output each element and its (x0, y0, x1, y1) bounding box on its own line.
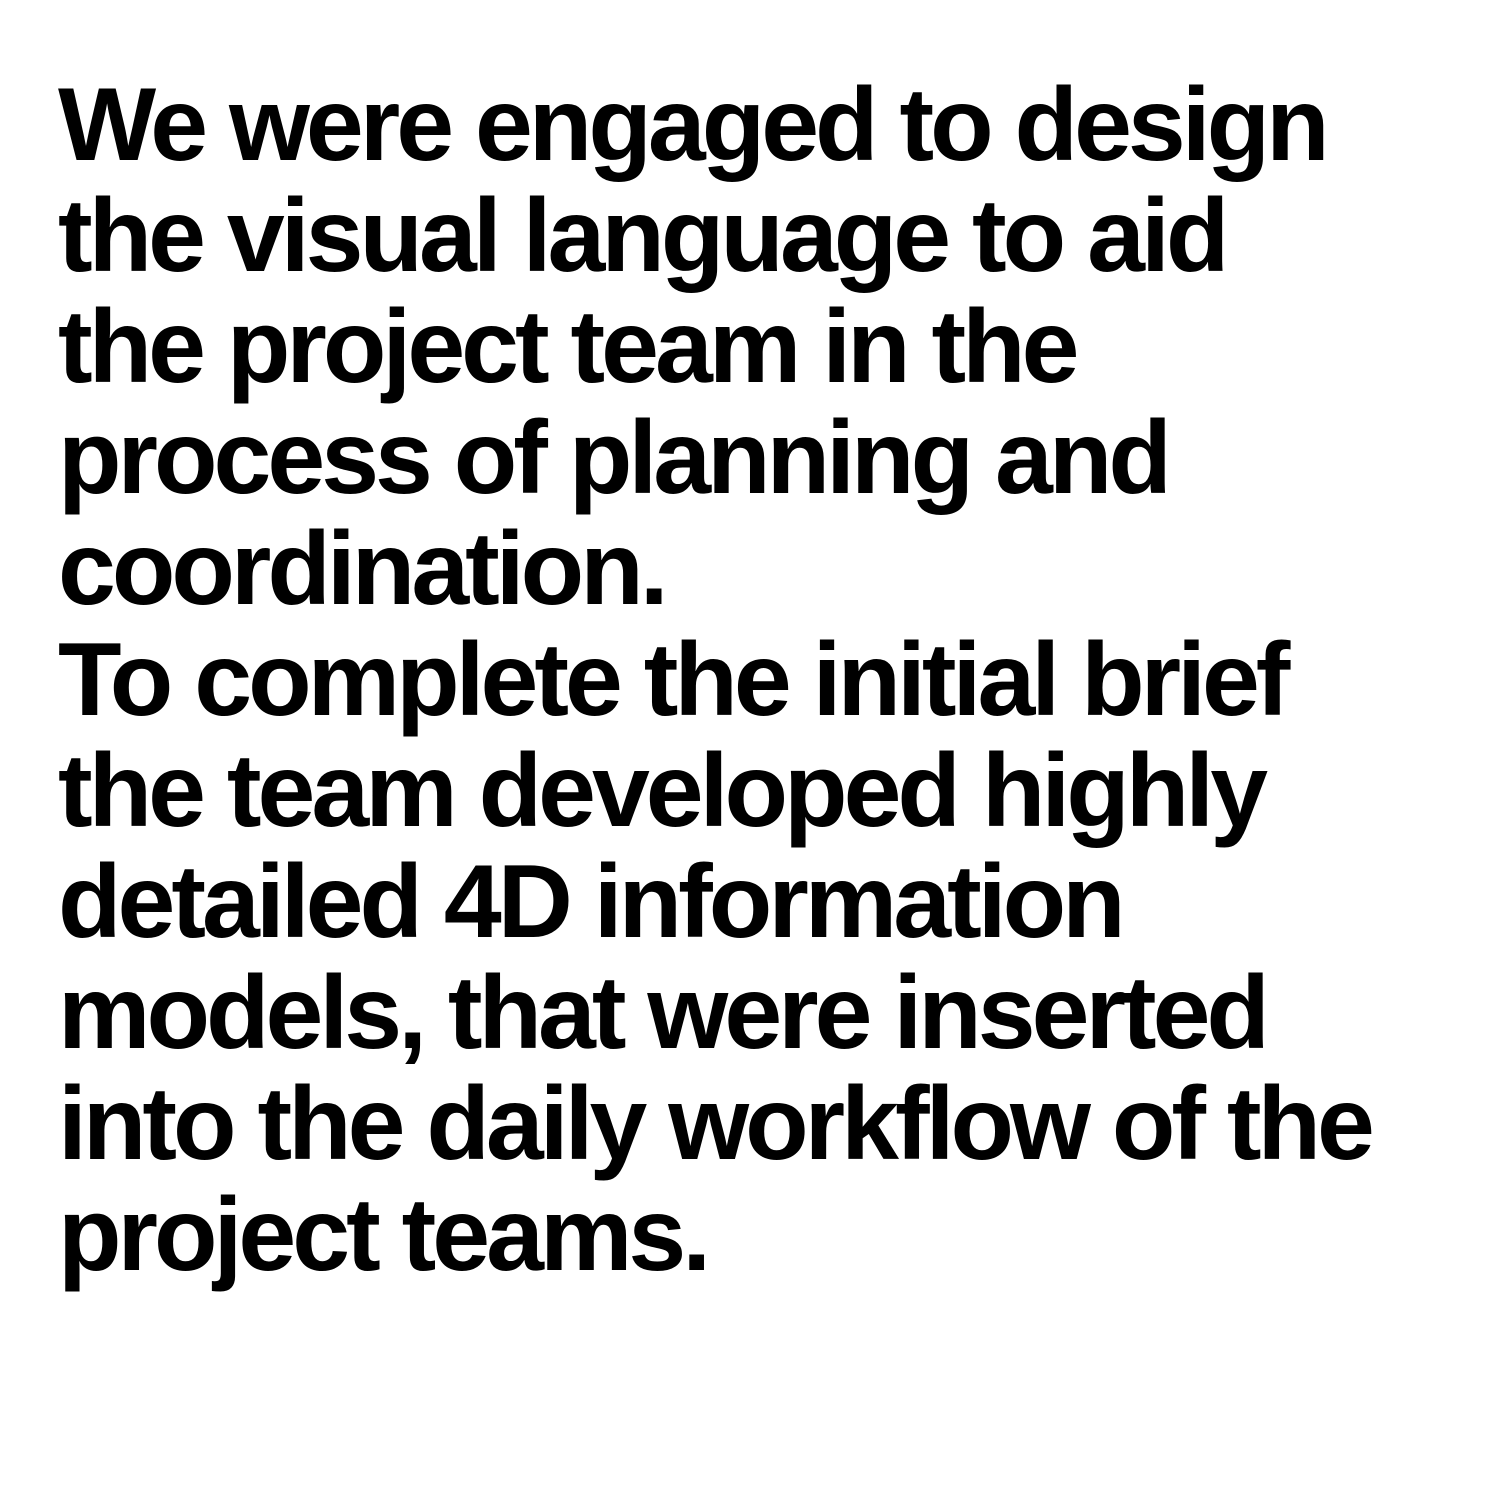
text-line: coordination. (58, 511, 669, 627)
text-line: the team developed highly (58, 733, 1268, 849)
text-line: into the daily workflow of the (58, 1066, 1375, 1182)
paragraph-2: To complete the initial brief the team d… (58, 625, 1458, 1291)
paragraph-1: We were engaged to design the visual lan… (58, 70, 1458, 625)
text-line: models, that were inserted (58, 955, 1270, 1071)
text-line: detailed 4D information (58, 844, 1126, 960)
text-line: project teams. (58, 1177, 711, 1293)
text-line: process of planning and (58, 400, 1172, 516)
body-text: We were engaged to design the visual lan… (58, 70, 1458, 1291)
text-line: the visual language to aid (58, 178, 1229, 294)
text-line: To complete the initial brief (58, 622, 1290, 738)
text-line: We were engaged to design (58, 67, 1330, 183)
text-line: the project team in the (58, 289, 1080, 405)
page: We were engaged to design the visual lan… (0, 0, 1500, 1500)
